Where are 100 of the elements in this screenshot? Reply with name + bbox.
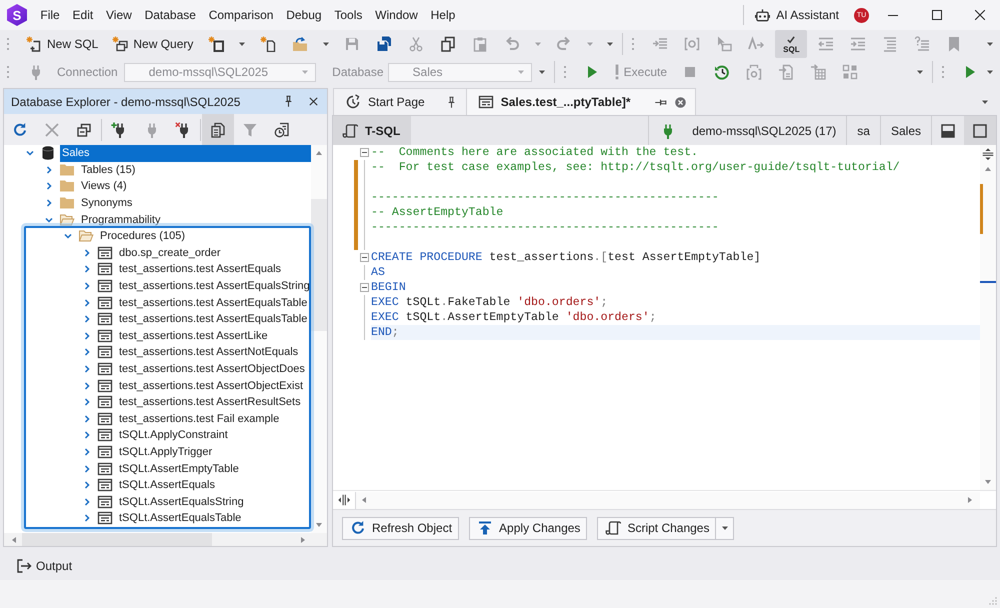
tree-item[interactable]: tSQLt.ApplyConstraint <box>117 427 311 444</box>
menu-item[interactable]: Comparison <box>202 0 280 30</box>
tree-item[interactable]: tSQLt.AssertEquals <box>117 476 311 494</box>
tree-item[interactable]: Views (4) <box>79 178 311 195</box>
chevron-right-icon[interactable] <box>83 282 91 290</box>
menu-item[interactable]: File <box>34 0 66 30</box>
caret-icon[interactable] <box>986 40 994 48</box>
triangle-down-icon[interactable] <box>315 521 323 529</box>
tab[interactable]: Sales.test_...ptyTable]* <box>466 88 696 115</box>
vertical-scrollbar[interactable] <box>311 145 327 533</box>
close-icon[interactable] <box>307 95 320 108</box>
chevron-right-icon[interactable] <box>83 414 91 423</box>
grip-icon[interactable] <box>631 37 636 51</box>
tree-item[interactable]: tSQLt.AssertEmptyTable <box>117 460 311 477</box>
tab[interactable]: Start Page <box>333 88 467 115</box>
menu-item[interactable]: Edit <box>66 0 100 30</box>
tree-item[interactable]: Sales <box>60 145 311 162</box>
resize-grip-icon[interactable] <box>989 597 997 605</box>
caret-icon[interactable] <box>981 98 989 106</box>
tree-item[interactable]: Procedures (105) <box>98 228 311 245</box>
chevron-right-icon[interactable] <box>83 464 91 473</box>
fold-minus-icon[interactable] <box>360 253 369 262</box>
triangle-right-icon[interactable] <box>299 536 307 544</box>
fold-minus-icon[interactable] <box>360 283 369 292</box>
chevron-right-icon[interactable] <box>83 298 91 307</box>
menu-item[interactable]: Help <box>424 0 462 30</box>
menu-item[interactable]: Window <box>368 0 424 30</box>
menu-item[interactable]: View <box>100 0 138 30</box>
split-arrows-icon[interactable] <box>981 147 995 161</box>
chevron-right-icon[interactable] <box>83 365 91 374</box>
tree-item[interactable]: test_assertions.test AssertEqualsTable <box>117 310 311 328</box>
chevron-right-icon[interactable] <box>83 481 91 490</box>
dropdown-button[interactable] <box>716 516 734 540</box>
horizontal-scrollbar[interactable] <box>355 492 980 508</box>
caret-icon[interactable] <box>986 68 994 76</box>
database-selector[interactable]: Sales <box>880 116 931 145</box>
close-icon[interactable] <box>674 96 687 108</box>
caret-icon[interactable] <box>916 68 924 76</box>
chevron-right-icon[interactable] <box>45 166 53 174</box>
output-tab[interactable]: Output <box>16 554 72 576</box>
new-query-button[interactable]: New Query <box>108 32 198 56</box>
chevron-down-icon[interactable] <box>45 216 53 224</box>
chevron-right-icon[interactable] <box>83 514 91 522</box>
grip-icon[interactable] <box>6 37 10 51</box>
chevron-down-icon[interactable] <box>26 149 34 158</box>
chevron-right-icon[interactable] <box>83 315 91 324</box>
tree-item[interactable]: test_assertions.test AssertLike <box>117 328 311 344</box>
tree-item[interactable]: test_assertions.test AssertObjectDoes <box>117 360 311 378</box>
single-view-button[interactable] <box>964 116 996 145</box>
triangle-left-icon[interactable] <box>10 536 18 544</box>
chevron-right-icon[interactable] <box>45 199 53 208</box>
apply-changes-button[interactable]: Apply Changes <box>469 516 588 540</box>
vertical-scrollbar[interactable] <box>980 145 996 490</box>
chevron-right-icon[interactable] <box>83 431 91 440</box>
caret-icon[interactable] <box>538 68 546 76</box>
tree-item[interactable]: Programmability <box>79 211 311 228</box>
triangle-up-icon[interactable] <box>984 165 992 173</box>
tree-item[interactable]: test_assertions.test AssertEquals <box>117 261 311 278</box>
triangle-left-icon[interactable] <box>360 496 368 504</box>
chevron-right-icon[interactable] <box>83 348 91 356</box>
scroll-thumb[interactable] <box>22 533 212 546</box>
tree-item[interactable]: tSQLt.AssertEqualsString <box>117 493 311 510</box>
grip-icon[interactable] <box>941 65 945 79</box>
duplicate-button[interactable] <box>202 114 234 145</box>
chevron-right-icon[interactable] <box>83 332 91 340</box>
connection-selector[interactable]: demo-mssql\SQL2025 (17) <box>649 116 846 145</box>
horizontal-scrollbar[interactable] <box>4 533 327 546</box>
new-sql-button[interactable]: New SQL <box>22 32 102 56</box>
chevron-down-icon[interactable] <box>64 232 72 240</box>
menu-item[interactable]: Debug <box>280 0 328 30</box>
split-arrows-icon[interactable] <box>337 493 351 507</box>
script-changes-button[interactable]: Script Changes <box>597 516 716 540</box>
ai-assistant-button[interactable]: AI Assistant <box>755 3 839 27</box>
tree-item[interactable]: tSQLt.ApplyTrigger <box>117 444 311 460</box>
tree-item[interactable]: Synonyms <box>79 194 311 212</box>
scroll-thumb[interactable] <box>311 199 327 331</box>
chevron-right-icon[interactable] <box>83 382 91 390</box>
user-selector[interactable]: sa <box>847 116 880 145</box>
triangle-up-icon[interactable] <box>315 149 323 157</box>
tree-item[interactable]: test_assertions.test AssertResultSets <box>117 394 311 410</box>
chevron-right-icon[interactable] <box>83 448 91 456</box>
chevron-right-icon[interactable] <box>83 498 91 506</box>
chevron-right-icon[interactable] <box>45 182 53 190</box>
menu-item[interactable]: Database <box>138 0 202 30</box>
menu-item[interactable]: Tools <box>328 0 369 30</box>
sql-check-button[interactable]: SQL <box>775 30 808 58</box>
chevron-right-icon[interactable] <box>83 398 91 406</box>
triangle-down-icon[interactable] <box>984 478 992 486</box>
caret-icon[interactable] <box>606 40 614 48</box>
grip-icon[interactable] <box>562 65 567 79</box>
refresh-object-button[interactable]: Refresh Object <box>342 516 460 540</box>
triangle-right-icon[interactable] <box>966 496 974 504</box>
tree-item[interactable]: dbo.sp_create_order <box>117 244 311 262</box>
fold-minus-icon[interactable] <box>360 148 369 157</box>
grip-icon[interactable] <box>6 65 10 79</box>
tree-item[interactable]: test_assertions.test Fail example <box>117 410 311 428</box>
tree-item[interactable]: test_assertions.test AssertEqualsTable <box>117 294 311 311</box>
tree-item[interactable]: Tables (15) <box>79 162 311 178</box>
tree-item[interactable]: tSQLt.AssertEqualsTable <box>117 510 311 527</box>
tree-item[interactable]: test_assertions.test AssertObjectExist <box>117 377 311 394</box>
